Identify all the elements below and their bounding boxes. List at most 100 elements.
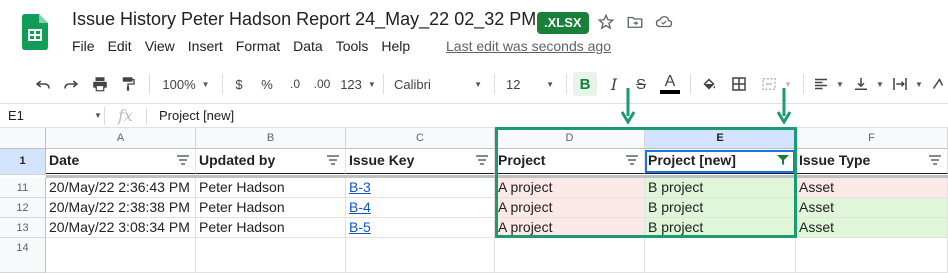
text-wrap-icon[interactable]: ▼ xyxy=(890,72,924,96)
menu-edit[interactable]: Edit xyxy=(108,38,132,58)
undo-icon[interactable] xyxy=(32,72,54,96)
chevron-down-icon: ▼ xyxy=(836,79,844,89)
sheets-logo-icon[interactable] xyxy=(22,14,48,50)
document-title[interactable]: Issue History Peter Hadson Report 24_May… xyxy=(72,9,536,30)
header-cell-project[interactable]: Project xyxy=(495,149,645,174)
star-icon[interactable] xyxy=(596,12,616,32)
table-cell[interactable]: Peter Hadson xyxy=(196,218,346,238)
decrease-decimal-button[interactable]: .0 xyxy=(284,72,306,96)
bold-button[interactable]: B xyxy=(573,72,597,96)
select-all-corner[interactable] xyxy=(0,128,46,149)
currency-format-button[interactable]: $ xyxy=(230,72,248,96)
column-header-e[interactable]: E xyxy=(645,128,796,149)
table-cell[interactable]: 20/May/22 2:38:38 PM xyxy=(46,198,196,218)
column-header-a[interactable]: A xyxy=(46,128,196,149)
column-header-c[interactable]: C xyxy=(346,128,495,149)
filter-icon[interactable] xyxy=(177,155,189,165)
font-family-select[interactable]: Calibri ▼ xyxy=(390,72,486,96)
table-cell[interactable]: A project xyxy=(495,178,645,198)
table-cell[interactable]: Peter Hadson xyxy=(196,198,346,218)
filter-icon[interactable] xyxy=(476,155,488,165)
table-cell[interactable]: 20/May/22 3:08:34 PM xyxy=(46,218,196,238)
row-header-11[interactable]: 11 xyxy=(0,178,46,198)
filter-active-icon[interactable] xyxy=(777,155,789,165)
table-cell[interactable]: A project xyxy=(495,198,645,218)
table-cell[interactable]: A project xyxy=(495,218,645,238)
header-label: Issue Key xyxy=(349,152,415,168)
more-formats-label: 123 xyxy=(340,76,362,92)
table-cell[interactable]: Asset xyxy=(796,218,948,238)
header-cell-updated-by[interactable]: Updated by xyxy=(196,149,346,174)
font-size-select[interactable]: 12 ▼ xyxy=(502,72,558,96)
issue-key-link[interactable]: B-5 xyxy=(349,219,371,235)
chevron-down-icon: ▼ xyxy=(876,79,884,89)
horizontal-align-icon[interactable]: ▼ xyxy=(811,72,845,96)
column-header-b[interactable]: B xyxy=(196,128,346,149)
table-cell[interactable]: Asset xyxy=(796,198,948,218)
cloud-status-icon[interactable] xyxy=(654,12,674,32)
filter-icon[interactable] xyxy=(626,155,638,165)
formula-divider xyxy=(146,107,147,125)
table-cell[interactable] xyxy=(346,238,495,273)
percent-format-button[interactable]: % xyxy=(258,72,276,96)
borders-icon[interactable] xyxy=(728,72,750,96)
table-cell[interactable] xyxy=(796,238,948,273)
table-cell[interactable] xyxy=(46,238,196,273)
toolbar-divider xyxy=(494,74,495,94)
menu-help[interactable]: Help xyxy=(381,38,410,58)
menu-view[interactable]: View xyxy=(145,38,175,58)
filter-icon[interactable] xyxy=(929,155,941,165)
table-cell[interactable] xyxy=(495,238,645,273)
redo-icon[interactable] xyxy=(60,72,82,96)
menu-tools[interactable]: Tools xyxy=(336,38,369,58)
more-formats-select[interactable]: 123 ▼ xyxy=(340,72,376,96)
increase-decimal-button[interactable]: .00 xyxy=(310,72,334,96)
row-header-14[interactable]: 14 xyxy=(0,238,46,273)
arrow-down-icon xyxy=(777,88,791,124)
table-cell[interactable]: 20/May/22 2:36:43 PM xyxy=(46,178,196,198)
header-cell-issue-key[interactable]: Issue Key xyxy=(346,149,495,174)
table-cell[interactable]: B-3 xyxy=(346,178,495,198)
fill-color-icon[interactable] xyxy=(698,72,720,96)
zoom-select[interactable]: 100% ▼ xyxy=(158,72,214,96)
filter-icon[interactable] xyxy=(327,155,339,165)
row-header-1[interactable]: 1 xyxy=(0,149,46,175)
paint-format-icon[interactable] xyxy=(117,72,139,96)
column-header-d[interactable]: D xyxy=(495,128,645,149)
issue-key-link[interactable]: B-3 xyxy=(349,179,371,195)
menu-data[interactable]: Data xyxy=(293,38,323,58)
header-cell-issue-type[interactable]: Issue Type xyxy=(796,149,948,174)
frozen-row-divider[interactable] xyxy=(46,175,948,178)
row-header-12[interactable]: 12 xyxy=(0,198,46,218)
menu-bar: File Edit View Insert Format Data Tools … xyxy=(72,38,423,58)
table-cell[interactable]: B-4 xyxy=(346,198,495,218)
move-folder-icon[interactable] xyxy=(625,12,645,32)
toolbar-divider xyxy=(690,74,691,94)
formula-input[interactable]: Project [new] xyxy=(159,108,234,123)
table-cell[interactable]: Peter Hadson xyxy=(196,178,346,198)
table-cell[interactable]: Asset xyxy=(796,178,948,198)
menu-format[interactable]: Format xyxy=(236,38,280,58)
table-cell[interactable]: B project xyxy=(645,218,796,238)
vertical-align-icon[interactable]: ▼ xyxy=(851,72,885,96)
table-cell[interactable] xyxy=(196,238,346,273)
header-cell-date[interactable]: Date xyxy=(46,149,196,174)
spreadsheet-grid: A B C D E F 1 11 12 13 14 Date Updated b… xyxy=(0,128,948,273)
table-cell[interactable]: B-5 xyxy=(346,218,495,238)
zoom-value: 100% xyxy=(162,76,196,92)
print-icon[interactable] xyxy=(89,72,111,96)
table-cell[interactable]: B project xyxy=(645,198,796,218)
menu-file[interactable]: File xyxy=(72,38,95,58)
name-box[interactable]: E1 ▼ xyxy=(0,104,104,128)
issue-key-link[interactable]: B-4 xyxy=(349,199,371,215)
menu-insert[interactable]: Insert xyxy=(188,38,223,58)
header-cell-project-new[interactable]: Project [new] xyxy=(645,149,796,174)
last-edit-link[interactable]: Last edit was seconds ago xyxy=(446,38,611,54)
table-cell[interactable]: B project xyxy=(645,178,796,198)
text-color-button[interactable]: A xyxy=(658,72,682,96)
text-rotation-icon[interactable] xyxy=(928,72,948,96)
table-cell[interactable] xyxy=(645,238,796,273)
toolbar-divider xyxy=(149,74,150,94)
row-header-13[interactable]: 13 xyxy=(0,218,46,238)
column-header-f[interactable]: F xyxy=(796,128,948,149)
